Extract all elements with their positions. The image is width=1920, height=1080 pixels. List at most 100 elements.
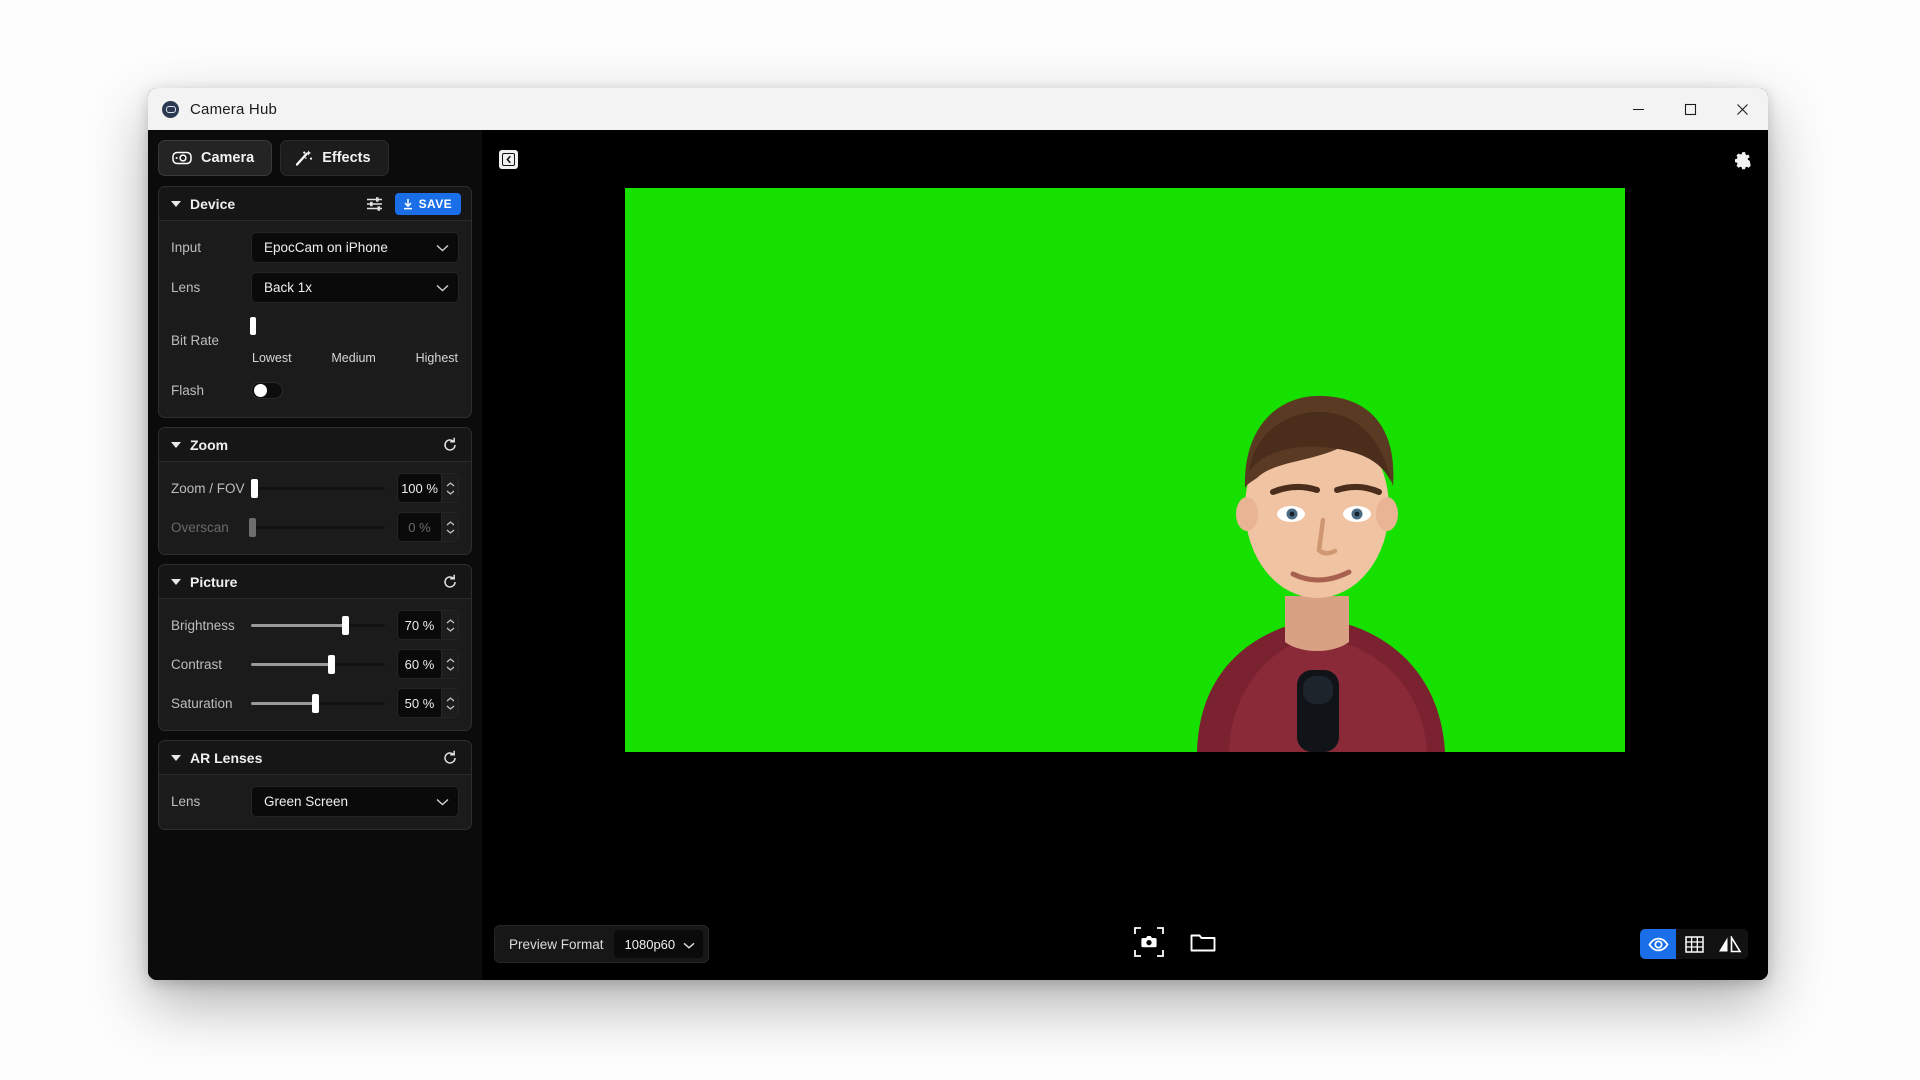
brightness-stepper[interactable]: 70 % [397, 610, 459, 640]
contrast-spinner[interactable] [441, 650, 458, 678]
reset-icon[interactable] [439, 571, 461, 593]
caret-down-icon[interactable] [171, 754, 181, 761]
picture-header[interactable]: Picture [159, 565, 471, 599]
saturation-slider[interactable] [251, 693, 385, 713]
zoom-fov-stepper[interactable]: 100 % [397, 473, 459, 503]
preview-area [482, 188, 1768, 908]
caret-down-icon[interactable] [171, 578, 181, 585]
ar-lenses-header[interactable]: AR Lenses [159, 741, 471, 775]
brightness-slider[interactable] [251, 615, 385, 635]
close-icon[interactable] [1716, 88, 1768, 130]
window-controls [1612, 88, 1768, 130]
ar-lens-select[interactable]: Green Screen [251, 786, 459, 817]
reset-icon[interactable] [439, 747, 461, 769]
brightness-spinner[interactable] [441, 611, 458, 639]
snapshot-icon[interactable] [1133, 926, 1164, 962]
bitrate-tick-medium: Medium [331, 351, 376, 365]
caret-down-icon[interactable] [171, 200, 181, 207]
ar-lens-select-value: Green Screen [264, 794, 349, 809]
collapse-panel-icon[interactable] [499, 149, 518, 169]
zoom-fov-spinner[interactable] [441, 474, 458, 502]
overscan-spinner [441, 513, 458, 541]
contrast-icon[interactable] [1712, 929, 1748, 959]
chevron-up-icon [446, 657, 454, 662]
minimize-icon[interactable] [1612, 88, 1664, 130]
input-select[interactable]: EpocCam on iPhone [251, 232, 459, 263]
gear-icon[interactable] [1730, 149, 1751, 170]
slider-thumb[interactable] [250, 478, 258, 498]
chevron-down-icon [446, 490, 454, 495]
preview-center-tools [725, 926, 1624, 962]
saturation-stepper[interactable]: 50 % [397, 688, 459, 718]
bitrate-tick-lowest: Lowest [252, 351, 292, 365]
bitrate-tick-labels: Lowest Medium Highest [251, 351, 459, 365]
zoom-fov-label: Zoom / FOV [171, 480, 245, 496]
row-overscan: Overscan 0 % [171, 512, 459, 542]
preview-format-select[interactable]: 1080p60 [613, 930, 704, 958]
saturation-value: 50 % [404, 695, 435, 711]
flash-toggle[interactable] [251, 381, 283, 399]
chevron-down-icon [446, 705, 454, 710]
row-flash: Flash [171, 375, 459, 405]
folder-icon[interactable] [1190, 931, 1216, 958]
sliders-icon[interactable] [364, 193, 386, 215]
lens-select-value: Back 1x [264, 280, 313, 295]
tab-effects-label: Effects [322, 150, 371, 166]
caret-down-icon[interactable] [171, 441, 181, 448]
picture-body: Brightness 70 % Contrast 60 % Saturation… [159, 599, 471, 730]
slider-thumb[interactable] [328, 654, 336, 674]
slider-fill [251, 701, 316, 705]
bitrate-control[interactable]: Lowest Medium Highest [250, 317, 459, 365]
grid-icon[interactable] [1676, 929, 1712, 959]
reset-icon[interactable] [439, 434, 461, 456]
desktop-background: Camera Hub Camera Effects Device SAVE In… [0, 0, 1920, 1080]
row-ar-lens: Lens Green Screen [171, 786, 459, 817]
row-input: Input EpocCam on iPhone [171, 232, 459, 263]
chevron-up-icon [446, 481, 454, 486]
bitrate-slider-thumb[interactable] [250, 317, 256, 335]
zoom-title: Zoom [190, 436, 229, 453]
device-header[interactable]: Device SAVE [159, 187, 471, 221]
saturation-spinner[interactable] [441, 689, 458, 717]
slider-thumb[interactable] [312, 693, 320, 713]
chevron-down-icon [436, 798, 449, 806]
maximize-icon[interactable] [1664, 88, 1716, 130]
contrast-value: 60 % [404, 656, 435, 672]
tab-bar: Camera Effects [158, 140, 472, 176]
chevron-down-icon [436, 284, 449, 292]
title-bar: Camera Hub [148, 88, 1768, 130]
zoom-header[interactable]: Zoom [159, 428, 471, 462]
zoom-fov-slider[interactable] [250, 478, 385, 498]
slider-thumb [249, 517, 257, 537]
preview-panel: Preview Format 1080p60 [482, 130, 1768, 980]
overscan-value: 0 % [408, 519, 431, 535]
save-button-label: SAVE [418, 196, 452, 211]
camera-preview[interactable] [625, 188, 1625, 752]
chevron-up-icon [446, 618, 454, 623]
save-button[interactable]: SAVE [394, 192, 461, 215]
saturation-label: Saturation [171, 695, 233, 711]
title-bar-left: Camera Hub [148, 100, 277, 118]
device-actions: SAVE [364, 192, 461, 215]
camera-subject-image [1197, 395, 1445, 752]
tab-camera[interactable]: Camera [158, 140, 273, 176]
input-label: Input [171, 240, 202, 255]
lens-select[interactable]: Back 1x [251, 272, 459, 303]
overscan-stepper: 0 % [397, 512, 459, 542]
tab-effects[interactable]: Effects [280, 140, 389, 176]
slider-fill [251, 662, 332, 666]
row-bitrate: Bit Rate Lowest Medium Highest [171, 312, 459, 366]
chevron-down-icon [446, 529, 454, 534]
flash-label: Flash [171, 382, 205, 398]
tab-camera-label: Camera [201, 150, 255, 166]
zoom-body: Zoom / FOV 100 % Overscan 0 % [159, 462, 471, 554]
eye-icon[interactable] [1640, 929, 1676, 959]
contrast-stepper[interactable]: 60 % [397, 649, 459, 679]
contrast-slider[interactable] [251, 654, 385, 674]
slider-thumb[interactable] [341, 615, 349, 635]
chevron-up-icon [446, 520, 454, 525]
camera-icon [172, 151, 192, 165]
chevron-down-icon [683, 937, 695, 952]
brightness-label: Brightness [171, 617, 235, 633]
input-select-value: EpocCam on iPhone [264, 240, 388, 255]
